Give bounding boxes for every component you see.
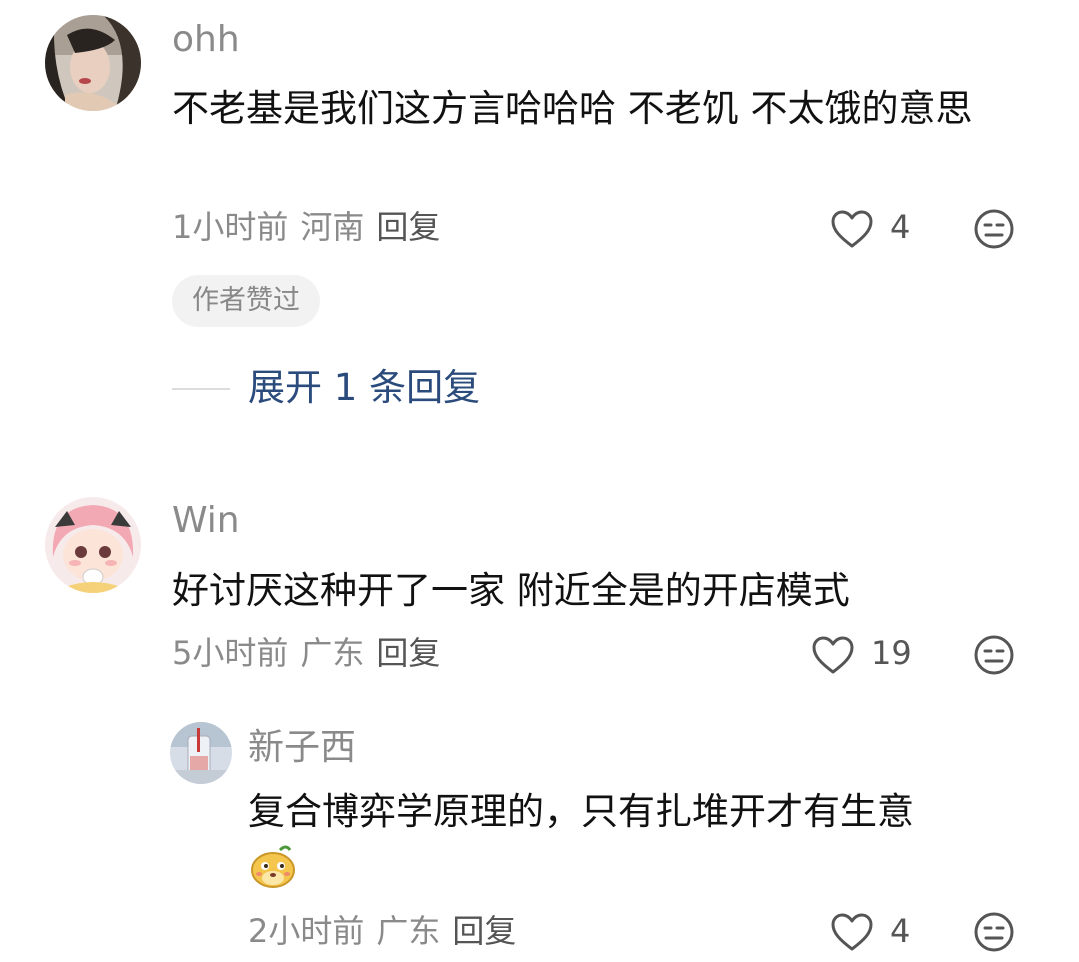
- avatar-win[interactable]: [45, 497, 141, 593]
- meh-face-icon[interactable]: [973, 208, 1015, 250]
- doge-dog-emoji: [251, 845, 295, 888]
- avatar-image: [45, 497, 141, 593]
- avatar-image: [45, 15, 141, 111]
- expand-replies-button[interactable]: 展开 1 条回复: [248, 369, 480, 406]
- reply-button[interactable]: 回复: [376, 208, 440, 246]
- author-liked-badge: 作者赞过: [172, 275, 320, 327]
- meh-face-icon[interactable]: [973, 634, 1015, 676]
- heart-outline-icon[interactable]: [811, 635, 855, 675]
- reply-time: 2小时前: [248, 912, 365, 950]
- comment-meta: 5小时前 广东 回复: [172, 637, 440, 669]
- reply-location: 广东: [376, 912, 441, 950]
- comment-text: 不老基是我们这方言哈哈哈 不老饥 不太饿的意思: [172, 87, 973, 130]
- like-count: 19: [871, 634, 912, 672]
- like-count: 4: [890, 208, 911, 246]
- reply-button[interactable]: 回复: [452, 912, 516, 950]
- comment-time: 1小时前: [172, 208, 289, 246]
- reply-button[interactable]: 回复: [376, 634, 440, 672]
- username[interactable]: Win: [172, 503, 240, 539]
- comment-text: 好讨厌这种开了一家 附近全是的开店模式: [172, 569, 850, 612]
- avatar-xinzixi[interactable]: [170, 722, 232, 784]
- avatar-ohh[interactable]: [45, 15, 141, 111]
- comment-time: 5小时前: [172, 634, 289, 672]
- comment-location: 广东: [300, 634, 365, 672]
- comment-meta: 1小时前 河南 回复: [172, 211, 440, 243]
- comment-location: 河南: [300, 208, 365, 246]
- username[interactable]: 新子西: [248, 730, 356, 766]
- username[interactable]: ohh: [172, 22, 240, 58]
- reply-text: 复合博弈学原理的，只有扎堆开才有生意: [248, 790, 914, 833]
- heart-outline-icon[interactable]: [830, 912, 874, 952]
- avatar-image: [170, 722, 232, 784]
- reply-meta: 2小时前 广东 回复: [248, 915, 516, 947]
- expand-divider: [172, 388, 230, 390]
- like-count: 4: [890, 912, 911, 950]
- heart-outline-icon[interactable]: [830, 209, 874, 249]
- meh-face-icon[interactable]: [973, 911, 1015, 953]
